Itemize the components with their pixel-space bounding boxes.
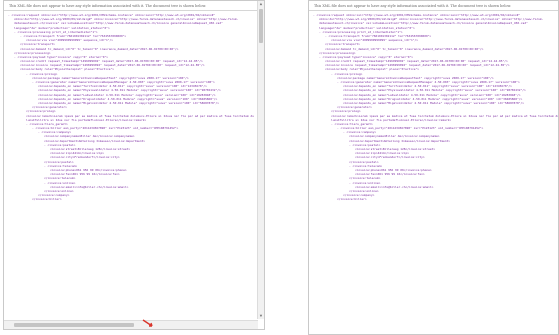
xml-tree[interactable]: - <invoice:request xmlns:xsi="http://www… xyxy=(4,13,258,319)
scrollbar-thumb[interactable] xyxy=(259,9,263,43)
triangle-up-icon[interactable]: ▲ xyxy=(258,1,264,7)
horizontal-scrollbar[interactable] xyxy=(4,320,258,329)
vertical-scrollbar[interactable]: ▲ ▼ xyxy=(257,1,264,319)
triangle-down-icon[interactable]: ▼ xyxy=(258,313,264,319)
red-arrow-mark-icon xyxy=(142,319,153,327)
xml-line: datenaustausch.ch/invoice" xsi:schemaLoc… xyxy=(319,21,528,26)
horizontal-scrollbar-thumb[interactable] xyxy=(14,323,134,327)
xml-viewer-window-left: This XML file does not appear to have an… xyxy=(3,0,265,330)
xml-line: datenaustausch.ch/invoice" xsi:schemaLoc… xyxy=(14,21,223,26)
xml-line: </invoice:biller> xyxy=(32,197,62,202)
xml-line: <invoice:depends_on name="Physiovalidato… xyxy=(343,88,526,93)
xml-line: </invoice:biller> xyxy=(337,197,367,202)
no-style-info-banner: This XML file does not appear to have an… xyxy=(309,1,558,11)
xml-viewer-window-right: This XML file does not appear to have an… xyxy=(308,0,559,335)
xml-line: <invoice:depends_on name="Physiovalidato… xyxy=(38,88,221,93)
xml-tree[interactable]: - <invoice:request xmlns:xsi="http://www… xyxy=(309,13,558,324)
no-style-info-banner: This XML file does not appear to have an… xyxy=(4,1,264,11)
